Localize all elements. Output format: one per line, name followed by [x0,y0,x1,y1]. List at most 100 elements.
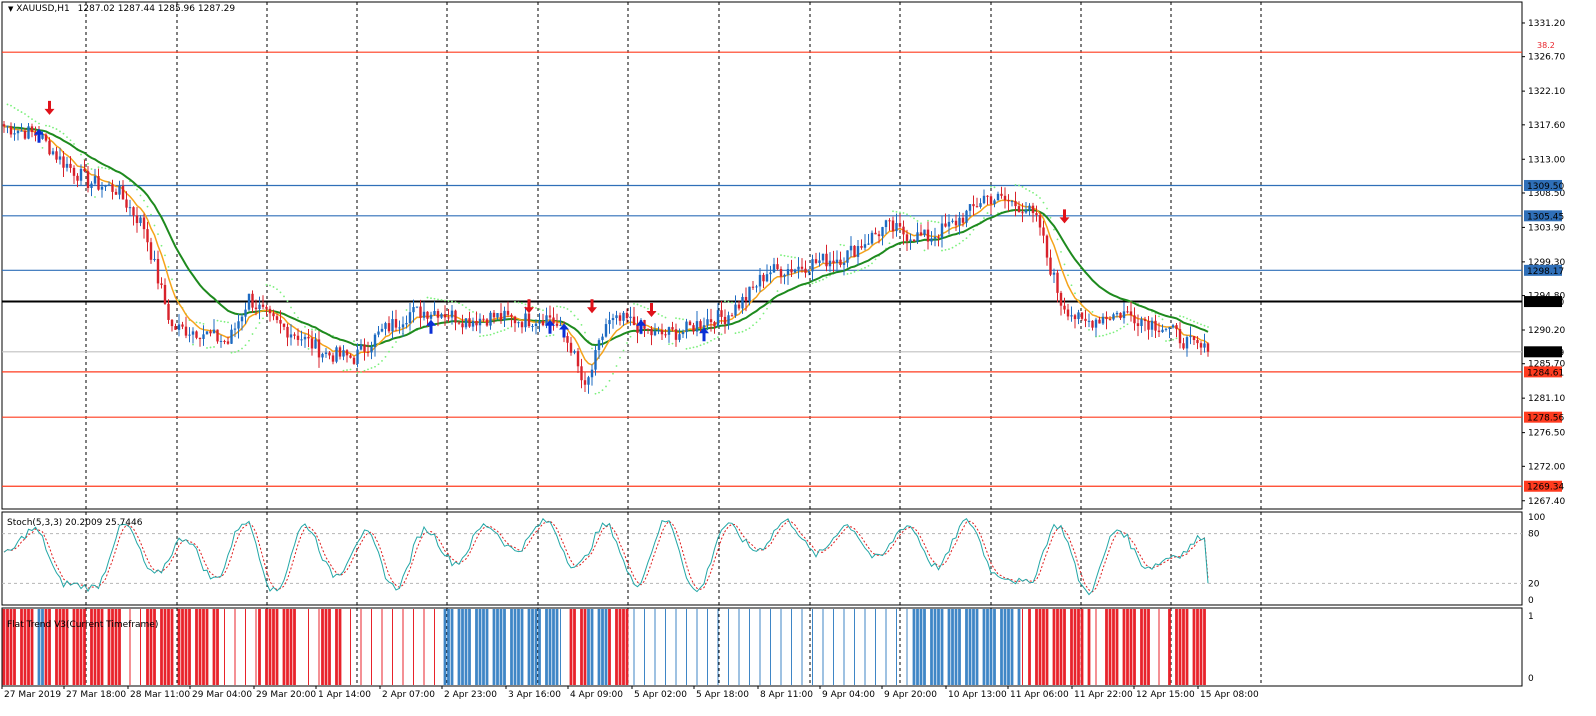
sar-dot [860,268,863,270]
candle-bear [510,314,513,317]
trend-bar-blue [759,609,761,685]
candle-bull [867,243,870,245]
sar-dot [937,221,940,224]
time-tick-label: 8 Apr 11:00 [760,690,813,700]
candle-bear [349,355,352,358]
sar-dot [538,308,541,311]
candle-bear [254,307,258,310]
trend-bar-blue [644,609,645,685]
candle-bull [478,318,482,326]
sar-dot [262,317,264,320]
sar-dot [307,348,310,350]
price-tick-label: 1303.90 [1528,223,1565,233]
candle-bull [6,126,9,128]
sar-dot [213,346,215,348]
trend-bar-red [1143,609,1147,685]
candle-bull [380,328,384,332]
collapse-triangle-icon[interactable]: ▼ [8,5,13,13]
trend-bar-red [184,609,188,685]
candle-bear [566,336,569,343]
sar-dot [178,299,180,302]
candle-bull [842,262,846,265]
sar-dot [363,369,366,372]
sar-dot [1039,197,1041,199]
stoch-tick-label: 0 [1528,596,1534,606]
sar-dot [1161,318,1164,321]
sar-dot [951,246,954,249]
trend-bar-red [1175,609,1178,685]
candle-bull [951,220,954,222]
sar-dot [766,307,768,310]
sar-dot [349,368,352,371]
trend-bar-red [1185,609,1189,685]
candle-bear [174,326,177,330]
sar-dot [24,113,26,115]
sar-dot [542,309,544,312]
sar-dot [850,272,852,275]
sar-dot [160,244,163,247]
sar-dot [853,270,856,273]
candle-bull [471,320,475,327]
chart-canvas[interactable]: 1331.201326.701322.101317.601313.001308.… [0,0,1596,716]
time-tick-label: 9 Apr 20:00 [884,690,937,700]
candle-bull [153,258,156,260]
sar-dot [633,302,635,305]
trend-bar-blue [590,609,594,685]
sar-dot [811,282,814,285]
candle-bull [706,319,709,326]
sar-dot [1105,333,1108,336]
trend-bar-red [1022,609,1023,685]
trend-bar-blue [475,609,478,685]
trend-tick-label: 1 [1528,612,1534,622]
sar-dot [59,130,61,133]
trend-bar-blue [972,609,975,685]
candle-bull [90,183,93,188]
trend-bar-blue [965,609,968,685]
candle-bear [825,253,828,267]
candle-bear [1147,320,1150,330]
candle-bull [769,272,772,275]
sar-dot [1207,326,1209,328]
trend-bar-blue [675,609,677,685]
candle-bear [1014,201,1017,207]
sar-dot [913,217,915,220]
candle-bear [548,315,552,318]
sar-dot [353,340,355,343]
candle-bear [832,260,835,264]
trend-bar-red [625,609,629,685]
trend-bar-red [583,609,587,685]
trend-bar-red [293,609,296,685]
candle-bear [937,237,940,239]
sar-dot [241,347,243,350]
sar-dot [906,213,908,216]
time-tick-label: 10 Apr 13:00 [948,690,1007,700]
trend-bar-blue [513,609,517,685]
sar-dot [489,333,492,336]
candle-bull [534,323,538,326]
sar-dot [230,351,233,354]
trend-bar-blue [982,609,986,685]
candle-bear [954,220,958,226]
candle-bull [1052,272,1056,275]
candle-bull [373,334,377,348]
candle-bull [755,286,758,288]
sar-dot [13,107,16,109]
sar-dot [1018,184,1020,187]
trend-bar-blue [885,609,887,685]
sar-dot [458,302,460,305]
sar-dot [153,224,156,227]
sar-dot [314,329,317,331]
candle-bear [650,329,653,336]
sar-dot [948,248,950,251]
candle-bear [69,163,72,168]
trend-bar-blue [975,609,979,685]
sar-dot [549,334,551,337]
trend-bar-blue [665,609,666,685]
sar-dot [1014,183,1017,186]
trend-bar-red [328,609,331,685]
candle-bull [1112,314,1115,320]
candle-bear [317,339,321,358]
candle-bull [772,264,776,273]
candle-bull [118,185,121,195]
candle-bear [482,318,485,320]
